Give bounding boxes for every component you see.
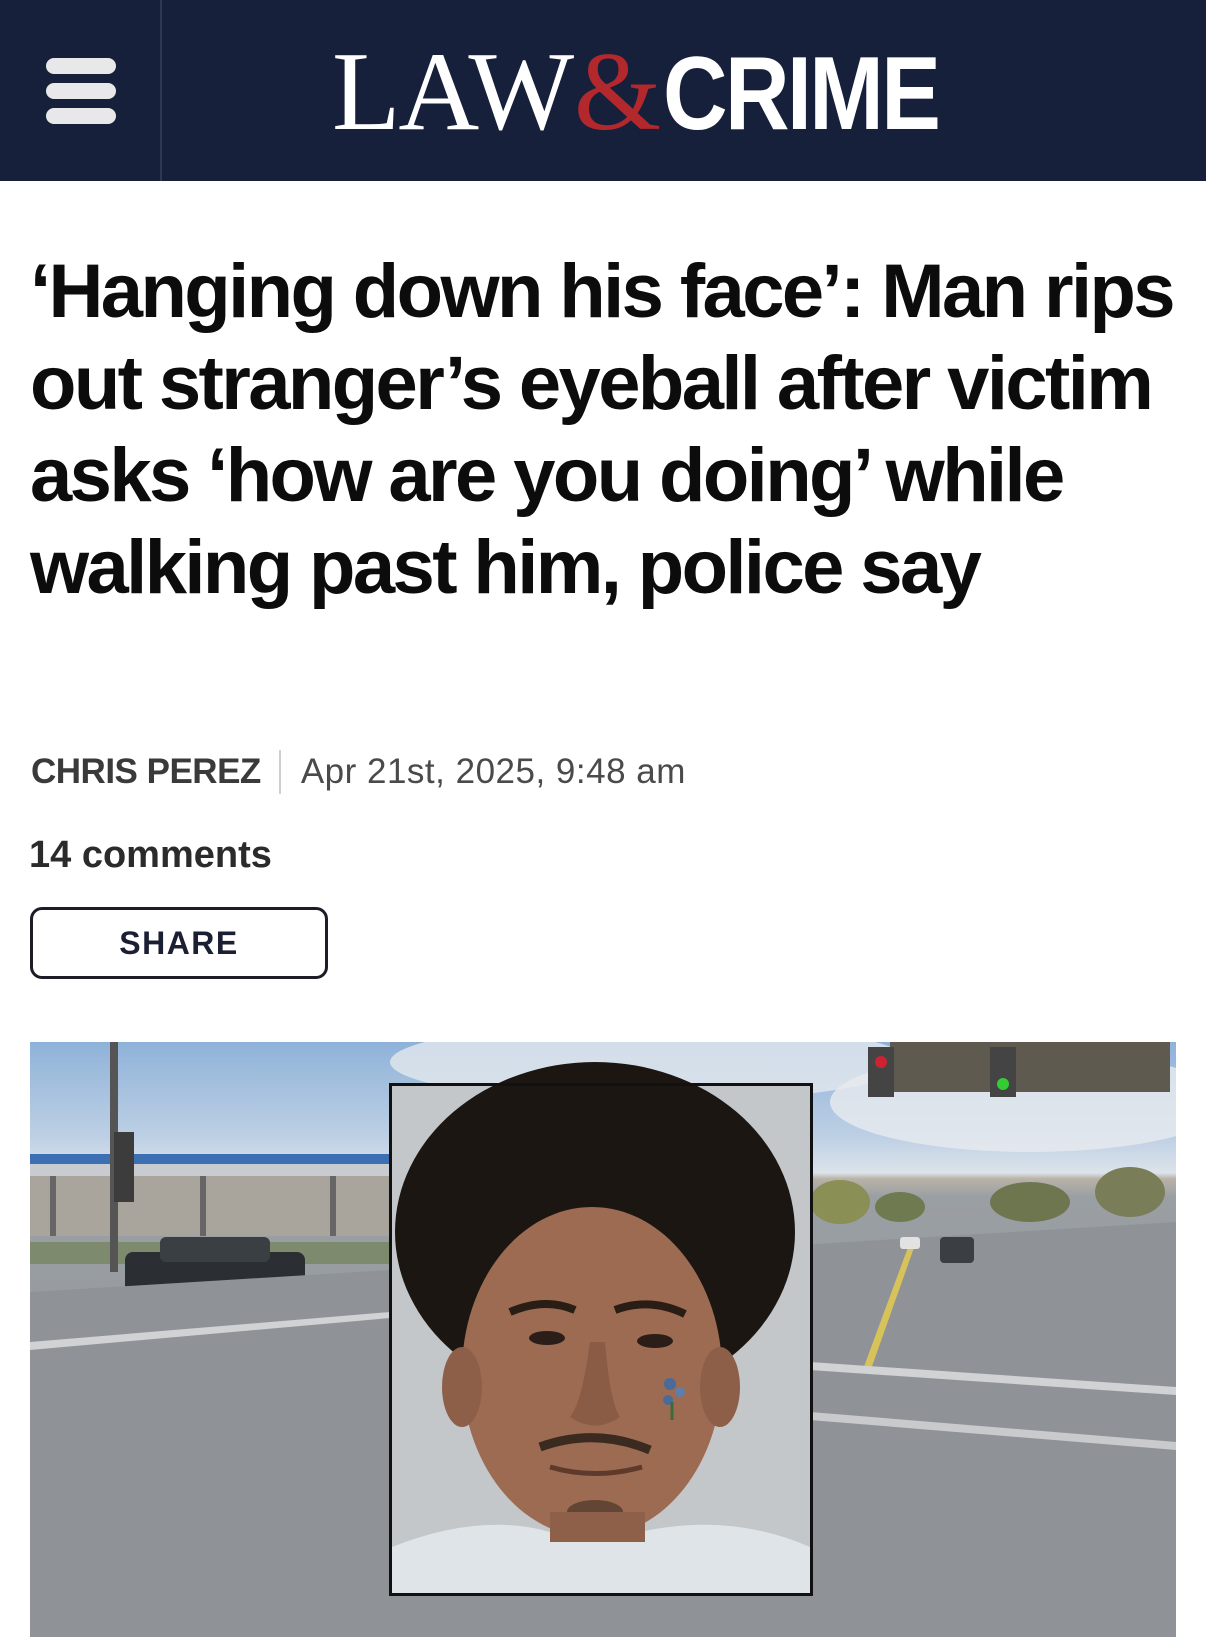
hamburger-menu-icon[interactable] [0,0,162,181]
byline-divider [278,750,281,794]
mugshot-frame [389,1083,813,1596]
menu-bar [46,58,116,74]
comments-link[interactable]: 14 comments [29,834,272,877]
menu-bar [46,108,116,124]
logo-law: LAW [332,30,574,154]
site-header: LAW & CRIME [0,0,1206,181]
article-headline: ‘Hanging down his face’: Man rips out st… [30,249,1176,610]
site-logo[interactable]: LAW & CRIME [332,28,983,154]
publish-date: Apr 21st, 2025, 9:48 am [300,752,686,791]
logo-crime: CRIME [663,36,941,152]
author-link[interactable]: CHRIS PEREZ [31,752,261,792]
hero-image [30,1042,1176,1637]
share-button[interactable]: SHARE [30,907,328,979]
logo-ampersand: & [574,30,662,154]
menu-bar [46,83,116,99]
byline: CHRIS PEREZ Apr 21st, 2025, 9:48 am [31,750,686,794]
